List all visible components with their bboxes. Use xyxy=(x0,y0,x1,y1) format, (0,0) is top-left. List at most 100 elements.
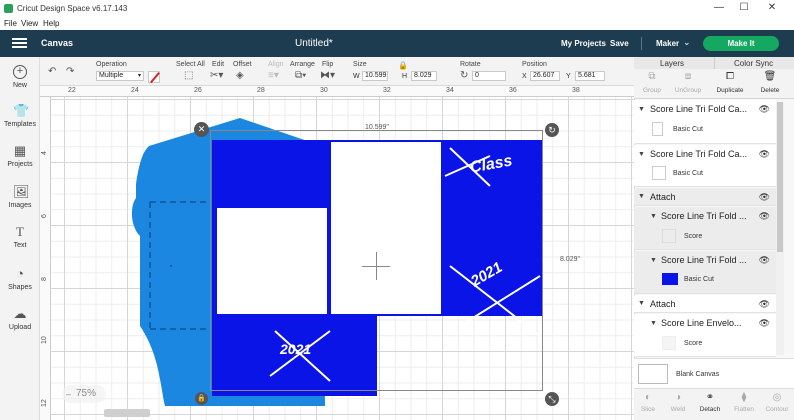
rotate-handle-icon[interactable]: ↻ xyxy=(545,123,559,137)
delete-handle-icon[interactable]: ✕ xyxy=(194,122,209,137)
x-position-input[interactable]: 26.607 xyxy=(530,71,560,81)
layer-operation: Basic Cut xyxy=(684,276,714,283)
collapse-arrow-icon[interactable]: ▼ xyxy=(638,193,645,200)
eye-icon[interactable]: 👁 xyxy=(759,255,770,266)
layer-color-swatch[interactable] xyxy=(652,122,663,136)
scrollbar-thumb[interactable] xyxy=(777,102,783,252)
zoom-out-icon[interactable]: – xyxy=(66,385,71,403)
my-projects-link[interactable]: My Projects xyxy=(561,39,606,48)
layer-row[interactable]: ▼ Score Line Tri Fold Ca... 👁 Basic Cut xyxy=(634,100,776,144)
detach-button[interactable]: ⚭ Detach xyxy=(694,392,726,413)
group-button[interactable]: ⧉ Group xyxy=(636,71,668,94)
collapse-arrow-icon[interactable]: ▼ xyxy=(638,151,645,158)
select-all-icon[interactable]: ⬚ xyxy=(184,71,193,81)
menu-help[interactable]: Help xyxy=(43,19,59,28)
eye-icon[interactable]: 👁 xyxy=(759,104,770,115)
machine-selector[interactable]: Maker xyxy=(656,39,679,48)
collapse-arrow-icon[interactable]: ▼ xyxy=(638,300,645,307)
redo-icon[interactable]: ↷ xyxy=(66,67,74,77)
operation-dropdown[interactable]: Multiple ▾ xyxy=(96,71,144,81)
design-canvas[interactable]: Class 2021 2021 10.599" 8.029" ✕ ↻ 🔒 ⤡ xyxy=(40,86,634,420)
chevron-down-icon[interactable]: ⌄ xyxy=(683,37,691,48)
shirt-icon: 👕 xyxy=(13,103,30,118)
flip-icon[interactable]: ⧓▾ xyxy=(320,71,335,81)
tab-divider xyxy=(714,57,715,69)
section-title: Canvas xyxy=(41,38,74,48)
lock-icon[interactable]: 🔒 xyxy=(398,61,408,71)
blank-canvas-row[interactable]: Blank Canvas xyxy=(634,358,794,388)
y-position-input[interactable]: 5.681 xyxy=(575,71,605,81)
lock-handle-icon[interactable]: 🔒 xyxy=(195,392,208,405)
contour-button[interactable]: ◎ Contour xyxy=(760,392,794,413)
sidebar-item-upload[interactable]: ☁ Upload xyxy=(0,307,40,332)
menu-file[interactable]: File xyxy=(4,19,17,28)
collapse-arrow-icon[interactable]: ▼ xyxy=(650,320,657,327)
undo-icon[interactable]: ↶ xyxy=(48,67,56,77)
flatten-button[interactable]: ⧫ Flatten xyxy=(728,392,760,413)
arrange-label: Arrange xyxy=(290,61,315,68)
edit-scissors-icon[interactable]: ✂▾ xyxy=(210,71,223,81)
collapse-arrow-icon[interactable]: ▼ xyxy=(650,257,657,264)
collapse-arrow-icon[interactable]: ▼ xyxy=(638,106,645,113)
layer-color-swatch[interactable] xyxy=(662,229,676,243)
tab-layers[interactable]: Layers xyxy=(660,59,684,68)
layer-color-swatch[interactable] xyxy=(662,273,678,285)
align-icon[interactable]: ≡▾ xyxy=(268,71,279,81)
close-window-icon[interactable]: ✕ xyxy=(765,2,779,14)
duplicate-button[interactable]: ⧠ Duplicate xyxy=(714,71,746,94)
attach-group-row[interactable]: ▼ Attach 👁 xyxy=(634,295,776,313)
layer-bottom-tools: ◐ Slice ◑ Weld ⚭ Detach ⧫ Flatten ◎ Contour xyxy=(634,388,794,420)
layer-row[interactable]: ▼ Score Line Tri Fold ... 👁 Basic Cut xyxy=(634,251,776,294)
sidebar-item-images[interactable]: 🖼 Images xyxy=(0,185,40,210)
layer-color-swatch[interactable] xyxy=(652,166,666,180)
hamburger-menu-icon[interactable] xyxy=(12,38,27,49)
attach-group-row[interactable]: ▼ Attach 👁 xyxy=(634,188,776,206)
sidebar-item-projects[interactable]: ▦ Projects xyxy=(0,143,40,169)
make-it-button[interactable]: Make It xyxy=(703,36,779,51)
save-button[interactable]: Save xyxy=(610,39,629,48)
eye-icon[interactable]: 👁 xyxy=(759,318,770,329)
eye-icon[interactable]: 👁 xyxy=(759,192,770,203)
window-title: Cricut Design Space v6.17.143 xyxy=(17,4,128,13)
sidebar-item-text[interactable]: T Text xyxy=(0,225,40,250)
horizontal-scrollbar[interactable] xyxy=(104,409,150,417)
eye-icon[interactable]: 👁 xyxy=(759,211,770,222)
arrange-icon[interactable]: ⧉▾ xyxy=(295,71,306,81)
trash-icon: 🗑 xyxy=(763,71,777,82)
layer-color-swatch[interactable] xyxy=(662,336,676,350)
layer-operation: Basic Cut xyxy=(673,126,703,133)
ungroup-button[interactable]: ⧈ UnGroup xyxy=(672,71,704,94)
center-crosshair-v xyxy=(376,252,377,280)
projects-grid-icon: ▦ xyxy=(13,143,27,158)
minimize-icon[interactable]: — xyxy=(712,2,726,14)
resize-handle-icon[interactable]: ⤡ xyxy=(545,392,559,406)
delete-button[interactable]: 🗑 Delete xyxy=(754,71,786,94)
layers-scrollbar[interactable] xyxy=(776,102,784,355)
layer-row[interactable]: ▼ Score Line Tri Fold Ca... 👁 Basic Cut xyxy=(634,145,776,187)
ruler-tick-label: 10 xyxy=(41,336,48,344)
width-input[interactable]: 10.599 xyxy=(362,71,388,81)
zoom-level: 75% xyxy=(76,388,97,399)
offset-icon[interactable]: ◈ xyxy=(236,71,244,81)
collapse-arrow-icon[interactable]: ▼ xyxy=(650,213,657,220)
maximize-icon[interactable]: ☐ xyxy=(737,2,751,14)
tab-color-sync[interactable]: Color Sync xyxy=(734,59,773,68)
title-bar: Cricut Design Space v6.17.143 — ☐ ✕ xyxy=(0,0,794,17)
height-input[interactable]: 8.029 xyxy=(411,71,437,81)
group-name: Attach xyxy=(650,192,676,202)
sidebar-item-shapes[interactable]: ◔ Shapes xyxy=(0,267,40,292)
menu-view[interactable]: View xyxy=(21,19,38,28)
layer-row[interactable]: ▼ Score Line Envelo... 👁 Score xyxy=(634,314,776,357)
sidebar-item-templates[interactable]: 👕 Templates xyxy=(0,103,40,129)
eye-icon[interactable]: 👁 xyxy=(759,299,770,310)
slice-button[interactable]: ◐ Slice xyxy=(634,392,662,413)
layer-row[interactable]: ▼ Score Line Tri Fold ... 👁 Score xyxy=(634,207,776,250)
sidebar-item-new[interactable]: + New xyxy=(0,65,40,89)
blank-canvas-swatch[interactable] xyxy=(638,364,668,384)
project-name[interactable]: Untitled* xyxy=(295,38,333,49)
eye-icon[interactable]: 👁 xyxy=(759,149,770,160)
weld-button[interactable]: ◑ Weld xyxy=(664,392,692,413)
zoom-control[interactable]: – 75% xyxy=(62,385,106,403)
rotate-input[interactable]: 0 xyxy=(472,71,506,81)
operation-color-swatch[interactable] xyxy=(148,71,160,83)
